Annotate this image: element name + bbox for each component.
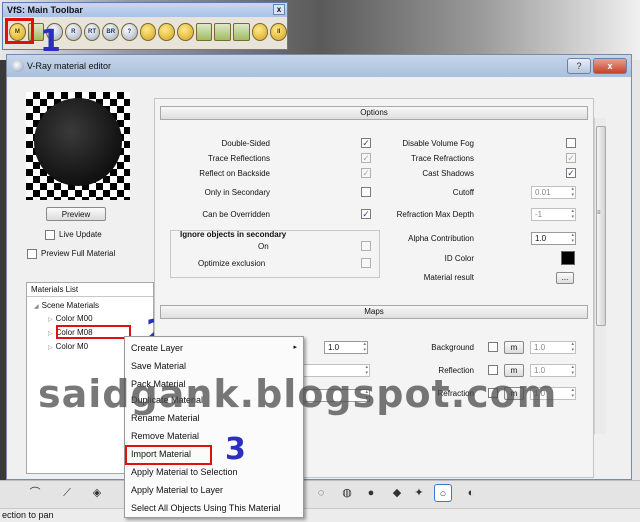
preview-button[interactable]: Preview	[46, 207, 106, 221]
option-label: Trace Refractions	[411, 154, 474, 163]
context-menu-item[interactable]: Save Material	[131, 361, 186, 371]
map-label: Background	[431, 343, 474, 352]
pause-icon[interactable]: II	[270, 23, 288, 41]
alpha-contribution-label: Alpha Contribution	[408, 234, 474, 243]
window-help-button[interactable]: ?	[567, 58, 591, 74]
maps-left-spinner[interactable]: 1.0	[324, 341, 368, 354]
scrollbar-thumb[interactable]	[596, 126, 606, 326]
frame-buffer-icon[interactable]: BR	[102, 23, 120, 41]
toolbar-close-button[interactable]: x	[273, 4, 285, 15]
map-enable-checkbox[interactable]	[488, 342, 498, 352]
material-result-button[interactable]: ...	[556, 272, 574, 284]
cutoff-label: Cutoff	[452, 188, 474, 197]
context-menu-item[interactable]: Create Layer	[131, 343, 183, 353]
maps-rollout-header[interactable]: Maps	[160, 305, 588, 319]
tag-icon[interactable]	[139, 23, 157, 41]
preview-sphere	[34, 98, 122, 186]
option-label: Cast Shadows	[422, 169, 474, 178]
section-icon[interactable]: ◆	[388, 484, 406, 502]
highlight-box-step1	[5, 18, 34, 44]
toolbar-title: VfS: Main Toolbar x	[3, 3, 287, 17]
option-checkbox[interactable]	[566, 138, 576, 148]
highlight-box-step3	[125, 445, 212, 465]
option-checkbox[interactable]: ✓	[361, 138, 371, 148]
option-label: Disable Volume Fog	[402, 139, 474, 148]
zoom-extents-icon[interactable]: ●	[362, 484, 380, 502]
omni-light-icon[interactable]	[195, 23, 213, 41]
option-label: Trace Reflections	[208, 154, 270, 163]
collapse-arrow-icon: ▷	[48, 317, 53, 323]
collapse-arrow-icon: ▷	[48, 331, 53, 337]
option-checkbox[interactable]: ✓	[566, 168, 576, 178]
window-titlebar: V-Ray material editor ? x	[7, 55, 631, 77]
plane-icon[interactable]	[177, 23, 194, 41]
preview-full-material-checkbox[interactable]	[27, 249, 37, 259]
ignore-objects-title: Ignore objects in secondary	[180, 230, 287, 239]
materials-list-title: Materials List	[27, 283, 153, 297]
cutoff-spinner[interactable]: 0.01	[531, 186, 576, 199]
option-checkbox[interactable]: ✓	[361, 168, 371, 178]
options-rollout-header[interactable]: Options	[160, 106, 588, 120]
context-menu-item[interactable]: Apply Material to Selection	[131, 467, 238, 477]
status-bar: ection to pan	[0, 508, 640, 522]
arc-tool-icon[interactable]: ⌒	[26, 484, 44, 502]
option-label: Can be Overridden	[202, 210, 270, 219]
watermark: saidgank.blogspot.com	[38, 372, 558, 416]
preview-full-material-label: Preview Full Material	[41, 249, 116, 258]
window-close-button[interactable]: x	[593, 58, 627, 74]
camera-icon[interactable]	[158, 23, 176, 41]
map-slot-button[interactable]: m	[504, 341, 524, 354]
expand-arrow-icon: ◢	[34, 304, 39, 310]
live-update-label: Live Update	[59, 230, 102, 239]
rt-render-icon[interactable]: R	[65, 23, 82, 41]
ignore-on-label: On	[258, 242, 269, 251]
axes-icon[interactable]: ✦	[410, 484, 428, 502]
orbit-icon[interactable]: ◌	[312, 484, 330, 502]
context-menu: Create Layer Save Material Pack Material Du…	[124, 336, 304, 518]
tree-material-item[interactable]: ▷ Color M00	[48, 314, 93, 323]
sphere-light-icon[interactable]	[251, 23, 269, 41]
alpha-contribution-spinner[interactable]: 1.0	[531, 232, 576, 245]
id-color-swatch[interactable]	[561, 251, 575, 265]
submenu-arrow-icon: ▸	[293, 344, 297, 351]
collapse-arrow-icon: ▷	[48, 345, 53, 351]
material-preview	[26, 92, 130, 200]
material-result-label: Material result	[423, 273, 474, 282]
map-multiplier-spinner[interactable]: 1.0	[530, 341, 576, 354]
viewport-edge-right	[632, 60, 640, 480]
push-pull-icon[interactable]: ◈	[88, 484, 106, 502]
highlight-box-step2	[56, 325, 131, 339]
spot-light-icon[interactable]	[214, 23, 232, 41]
option-checkbox[interactable]	[361, 187, 371, 197]
render-tool-icon[interactable]: ◐	[462, 484, 480, 502]
zoom-icon[interactable]: ◍	[338, 484, 356, 502]
options-scrollbar[interactable]: ≡	[594, 118, 606, 434]
refraction-max-depth-spinner[interactable]: -1	[531, 208, 576, 221]
live-update-checkbox[interactable]	[45, 230, 55, 240]
help-icon[interactable]: ?	[121, 23, 138, 41]
optimize-exclusion-checkbox[interactable]	[361, 258, 371, 268]
rect-light-icon[interactable]	[233, 23, 250, 41]
step-number-3: 3	[225, 432, 246, 467]
option-checkbox[interactable]: ✓	[566, 153, 576, 163]
option-checkbox[interactable]: ✓	[361, 153, 371, 163]
id-color-label: ID Color	[444, 254, 474, 263]
option-label: Reflect on Backside	[199, 169, 270, 178]
ignore-on-checkbox[interactable]	[361, 241, 371, 251]
active-tool-icon[interactable]: ○	[434, 484, 452, 502]
scrollbar-grip-icon: ≡	[597, 210, 601, 216]
context-menu-item[interactable]: Remove Material	[131, 431, 199, 441]
refraction-max-depth-label: Refraction Max Depth	[396, 210, 474, 219]
batch-render-icon[interactable]: RT	[83, 23, 101, 41]
option-label: Double-Sided	[221, 139, 270, 148]
tree-scene-materials[interactable]: ◢ Scene Materials	[34, 301, 99, 310]
context-menu-item[interactable]: Select All Objects Using This Material	[131, 503, 280, 513]
tree-material-item[interactable]: ▷ Color M0	[48, 342, 88, 351]
option-label: Only in Secondary	[204, 188, 270, 197]
line-tool-icon[interactable]: ⟋	[58, 484, 76, 502]
optimize-exclusion-label: Optimize exclusion	[198, 259, 266, 268]
vray-logo-icon	[12, 60, 24, 72]
context-menu-item[interactable]: Apply Material to Layer	[131, 485, 223, 495]
